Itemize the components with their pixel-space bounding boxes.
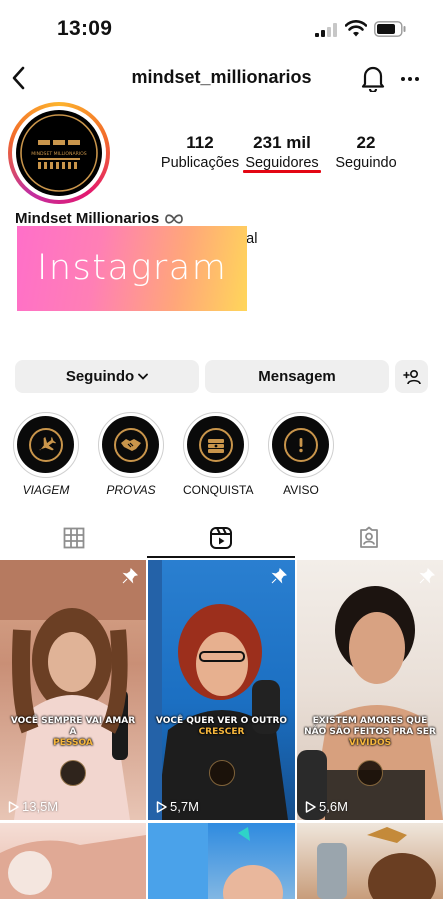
tab-reels[interactable] <box>147 518 294 558</box>
highlight-viagem[interactable]: VIAGEM <box>13 412 79 497</box>
reel-image <box>0 835 146 899</box>
handshake-icon <box>120 438 141 451</box>
reel-caption-highlight: PESSOA <box>53 738 93 748</box>
pin-icon <box>122 568 138 584</box>
play-icon <box>8 800 19 813</box>
money-stack-icon <box>207 438 224 453</box>
reel-views-count: 5,7M <box>170 799 199 814</box>
reel-views: 13,5M <box>8 799 58 814</box>
highlight-label: PROVAS <box>106 483 156 497</box>
reel-caption: VOCÊ SEMPRE VAI AMAR A PESSOA <box>6 716 140 749</box>
followers-red-underline <box>243 170 321 173</box>
notification-bell-icon[interactable] <box>360 64 386 92</box>
highlight-label: CONQUISTA <box>183 483 254 497</box>
highlight-label: VIAGEM <box>22 483 70 497</box>
instagram-overlay-text: Instagram <box>37 248 228 288</box>
reel-thumbnail[interactable]: VOCÊ SEMPRE VAI AMAR A PESSOA 13,5M <box>0 560 146 820</box>
pin-icon <box>419 568 435 584</box>
reel-caption-highlight: VIVIDOS <box>348 738 392 748</box>
pin-icon <box>271 568 287 584</box>
reel-thumbnail[interactable] <box>297 823 443 899</box>
add-user-button[interactable] <box>395 360 428 393</box>
reel-thumbnail[interactable]: EXISTEM AMORES QUE NÃO SÃO FEITOS PRA SE… <box>297 560 443 820</box>
followers-value: 231 mil <box>253 133 311 152</box>
reel-image <box>148 823 283 899</box>
highlight-conquista[interactable]: CONQUISTA <box>183 412 254 497</box>
reel-caption-text: VOCÊ SEMPRE VAI AMAR A <box>10 716 136 737</box>
play-icon <box>156 800 167 813</box>
airplane-icon <box>38 436 56 450</box>
reels-icon <box>209 527 232 549</box>
highlight-aviso[interactable]: AVISO <box>268 412 334 497</box>
watermark-logo <box>60 760 86 786</box>
wifi-icon <box>345 20 367 37</box>
tab-grid[interactable] <box>0 518 147 558</box>
reel-caption: VOCÊ QUER VER O OUTRO CRESCER <box>154 716 289 738</box>
posts-label: Publicações <box>160 155 240 171</box>
tab-tagged[interactable] <box>295 518 442 558</box>
watermark-logo <box>357 760 383 786</box>
reel-caption-text: EXISTEM AMORES QUE NÃO SÃO FEITOS PRA SE… <box>304 716 436 737</box>
reel-views: 5,7M <box>156 799 199 814</box>
reel-thumbnail[interactable]: VOCÊ QUER VER O OUTRO CRESCER 5,7M <box>148 560 295 820</box>
highlight-label: AVISO <box>283 483 319 497</box>
active-tab-indicator <box>147 556 295 558</box>
following-count[interactable]: 22 Seguindo <box>330 133 402 173</box>
instagram-overlay-banner: Instagram <box>17 226 247 311</box>
reel-image <box>317 827 436 899</box>
profile-tabs <box>0 518 443 558</box>
reel-views: 5,6M <box>305 799 348 814</box>
reel-views-count: 5,6M <box>319 799 348 814</box>
highlight-provas[interactable]: PROVAS <box>98 412 164 497</box>
reel-views-count: 13,5M <box>22 799 59 814</box>
battery-icon <box>374 21 406 37</box>
avatar-logo-text: MINDSET MILLIONARIOS <box>31 151 87 157</box>
display-name-text: Mindset Millionarios <box>15 210 160 227</box>
more-options-icon[interactable] <box>400 75 420 83</box>
following-button-label: Seguindo <box>65 368 135 385</box>
reel-caption-text: VOCÊ QUER VER O OUTRO <box>155 716 288 726</box>
threads-link-icon[interactable] <box>164 213 184 225</box>
message-button-label: Mensagem <box>258 368 336 385</box>
cellular-signal-icon <box>315 23 337 37</box>
reel-caption-highlight: CRESCER <box>198 727 245 737</box>
play-icon <box>305 800 316 813</box>
followers-count[interactable]: 231 mil Seguidores <box>242 133 322 173</box>
avatar[interactable]: MINDSET MILLIONARIOS <box>16 110 102 196</box>
watermark-logo <box>208 760 235 786</box>
posts-value: 112 <box>186 133 214 152</box>
display-name: Mindset Millionarios <box>15 210 184 227</box>
profile-header: mindset_millionarios <box>0 60 443 98</box>
reel-thumbnail[interactable] <box>148 823 295 899</box>
reels-grid: VOCÊ SEMPRE VAI AMAR A PESSOA 13,5M VOCÊ… <box>0 560 443 899</box>
status-time: 13:09 <box>57 17 113 40</box>
following-label: Seguindo <box>335 155 397 171</box>
tagged-icon <box>359 526 378 548</box>
following-button[interactable]: Seguindo <box>15 360 199 393</box>
following-value: 22 <box>356 133 376 152</box>
reel-caption: EXISTEM AMORES QUE NÃO SÃO FEITOS PRA SE… <box>303 716 437 749</box>
avatar-logo-icon: MINDSET MILLIONARIOS <box>20 114 98 192</box>
chevron-down-icon <box>138 373 149 380</box>
grid-icon <box>63 527 84 549</box>
message-button[interactable]: Mensagem <box>205 360 389 393</box>
exclamation-icon <box>298 437 303 452</box>
add-user-icon <box>402 369 421 384</box>
reel-thumbnail[interactable] <box>0 823 146 899</box>
story-ring[interactable]: MINDSET MILLIONARIOS <box>8 102 110 204</box>
status-bar: 13:09 <box>0 0 443 56</box>
posts-count[interactable]: 112 Publicações <box>160 133 240 173</box>
